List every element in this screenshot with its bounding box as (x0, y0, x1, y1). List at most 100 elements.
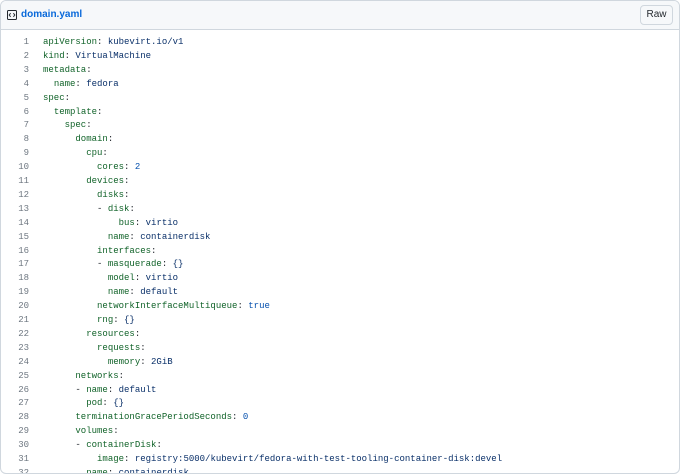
line-number[interactable]: 24 (18, 355, 29, 369)
yaml-separator: : (151, 245, 157, 256)
line-number[interactable]: 32 (18, 466, 29, 473)
yaml-value: 0 (242, 412, 249, 423)
line-number[interactable]: 6 (24, 105, 29, 119)
line-number[interactable]: 26 (18, 383, 29, 397)
code-line: 19 name: default (1, 285, 679, 299)
yaml-key: template (53, 106, 98, 117)
line-number[interactable]: 31 (18, 452, 29, 466)
yaml-key: volumes (75, 426, 114, 437)
file-name-link[interactable]: domain.yaml (21, 8, 82, 22)
yaml-key: devices (86, 176, 125, 186)
line-number[interactable]: 21 (18, 313, 29, 327)
code-line: 14 bus: virtio (1, 216, 679, 230)
yaml-key: spec (43, 92, 65, 103)
line-content: networks: (43, 369, 124, 383)
yaml-separator: : (232, 412, 243, 423)
line-content: - name: default (43, 383, 156, 397)
code-line: 24 memory: 2GiB (1, 355, 679, 369)
line-number[interactable]: 22 (18, 327, 29, 341)
line-number[interactable]: 15 (18, 230, 29, 244)
yaml-key: networkInterfaceMultiqueue (97, 301, 238, 312)
code-line: 6 template: (1, 105, 679, 119)
yaml-value: default (140, 287, 179, 298)
line-number[interactable]: 3 (24, 63, 29, 77)
yaml-separator: : (140, 342, 146, 353)
line-content: volumes: (43, 424, 118, 438)
yaml-key: containerDisk (86, 440, 157, 451)
line-number[interactable]: 13 (18, 202, 29, 216)
line-number[interactable]: 30 (18, 438, 29, 452)
line-number[interactable]: 10 (18, 160, 29, 174)
yaml-key: model (107, 273, 135, 284)
line-content: - masquerade: {} (43, 257, 183, 271)
line-content: spec: (43, 91, 70, 105)
line-number[interactable]: 29 (18, 424, 29, 438)
yaml-key: name (53, 78, 76, 89)
line-number[interactable]: 18 (18, 271, 29, 285)
line-number[interactable]: 5 (24, 91, 29, 105)
yaml-key: name (107, 287, 130, 298)
yaml-key: cores (97, 162, 125, 173)
list-dash: - (97, 259, 108, 270)
yaml-separator: : (107, 467, 119, 474)
line-number[interactable]: 28 (18, 410, 29, 424)
line-content: - containerDisk: (43, 438, 161, 452)
yaml-value: registry:5000/kubevirt/fedora-with-test-… (134, 454, 503, 464)
list-dash: - (75, 384, 87, 395)
line-number[interactable]: 1 (24, 35, 29, 49)
yaml-separator: : (129, 203, 135, 214)
line-content: spec: (43, 118, 92, 132)
code-line: 25 networks: (1, 369, 679, 383)
yaml-separator: : (118, 370, 125, 381)
line-number[interactable]: 14 (18, 216, 29, 230)
yaml-key: requests (97, 342, 141, 353)
line-number[interactable]: 19 (18, 285, 29, 299)
yaml-key: rng (97, 315, 114, 325)
yaml-key: kind (43, 50, 65, 61)
line-number[interactable]: 2 (24, 49, 29, 63)
yaml-value: kubevirt.io/v1 (107, 37, 184, 47)
line-number[interactable]: 20 (18, 299, 29, 313)
yaml-key: pod (86, 398, 103, 409)
yaml-separator: : (134, 273, 146, 284)
yaml-separator: : (134, 217, 146, 228)
line-number[interactable]: 27 (18, 396, 29, 410)
yaml-separator: : (124, 189, 130, 200)
line-number[interactable]: 12 (18, 188, 29, 202)
line-number[interactable]: 17 (18, 257, 29, 271)
code-line: 26 - name: default (1, 383, 679, 397)
yaml-key: apiVersion (43, 37, 98, 47)
yaml-key: disk (107, 203, 130, 214)
line-number[interactable]: 23 (18, 341, 29, 355)
line-number[interactable]: 25 (18, 369, 29, 383)
yaml-key: cpu (86, 148, 103, 159)
line-number[interactable]: 11 (18, 174, 29, 188)
yaml-key: domain (75, 134, 108, 145)
code-line: 5 spec: (1, 91, 679, 105)
line-number[interactable]: 9 (24, 146, 29, 160)
line-number[interactable]: 8 (24, 132, 29, 146)
yaml-separator: : (86, 64, 92, 75)
line-number[interactable]: 16 (18, 244, 29, 258)
line-number[interactable]: 7 (24, 118, 29, 132)
yaml-separator: : (75, 78, 87, 89)
yaml-value: default (118, 384, 157, 395)
code-line: 32 name: containerdisk (1, 466, 679, 474)
raw-button[interactable]: Raw (640, 5, 673, 25)
line-number[interactable]: 4 (24, 77, 29, 91)
line-content: kind: VirtualMachine (43, 49, 151, 63)
yaml-separator: : (124, 176, 130, 186)
yaml-key: spec (64, 120, 87, 131)
